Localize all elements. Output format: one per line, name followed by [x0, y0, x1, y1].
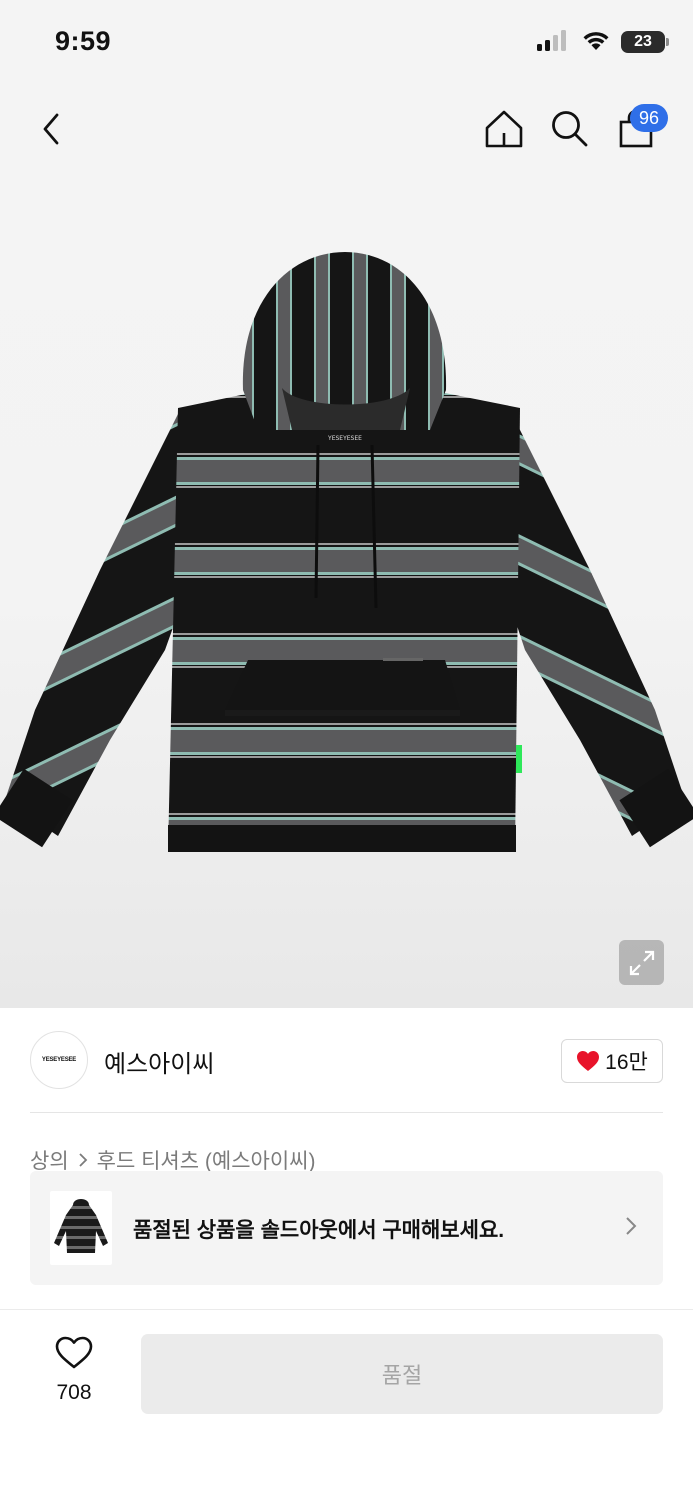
home-button[interactable]	[474, 96, 534, 162]
cart-count-badge: 96	[630, 104, 668, 132]
battery-level: 23	[634, 33, 652, 50]
banner-thumbnail	[50, 1191, 112, 1265]
expand-image-button[interactable]	[619, 940, 664, 985]
soldout-banner-message: 품절된 상품을 솔드아웃에서 구매해보세요.	[133, 1219, 505, 1242]
brand-row: YESEYESEE 예스아이씨 16만	[30, 1031, 663, 1089]
status-time: 9:59	[55, 26, 112, 56]
brand-logo[interactable]: YESEYESEE	[30, 1031, 88, 1089]
product-image-area: 9:59 23 96 YESEYESEE	[0, 0, 693, 1008]
bottom-bar-divider	[0, 1309, 693, 1310]
wishlist-count: 708	[56, 1381, 92, 1404]
back-arrow-icon	[43, 113, 59, 145]
status-icons: 23	[537, 29, 669, 56]
home-icon	[485, 110, 523, 148]
back-button[interactable]	[22, 96, 82, 162]
soldout-banner[interactable]: 품절된 상품을 솔드아웃에서 구매해보세요.	[30, 1171, 663, 1285]
soldout-button[interactable]: 품절	[141, 1334, 663, 1414]
expand-arrows-icon	[629, 950, 654, 975]
search-icon	[552, 111, 588, 147]
chevron-right-icon	[78, 1152, 88, 1168]
brand-like-button[interactable]: 16만	[561, 1039, 663, 1083]
brand-like-count: 16만	[605, 1051, 648, 1074]
heart-filled-icon	[577, 1051, 600, 1071]
wishlist-button[interactable]: 708	[36, 1336, 112, 1412]
battery-icon: 23	[621, 31, 669, 53]
brand-logo-text: YESEYESEE	[41, 1057, 77, 1063]
hood-label: YESEYESEE	[327, 435, 362, 442]
search-button[interactable]	[540, 96, 600, 162]
wifi-icon	[581, 29, 611, 56]
chevron-right-icon	[625, 1216, 637, 1241]
top-nav: 96	[0, 96, 693, 166]
heart-outline-icon	[55, 1336, 93, 1369]
cart-button[interactable]: 96	[606, 96, 668, 162]
cellular-signal-icon	[537, 29, 571, 56]
product-photo[interactable]: YESEYESEE	[0, 240, 693, 860]
section-divider	[30, 1112, 663, 1113]
status-bar: 9:59 23	[0, 0, 693, 86]
brand-name[interactable]: 예스아이씨	[104, 1044, 214, 1079]
